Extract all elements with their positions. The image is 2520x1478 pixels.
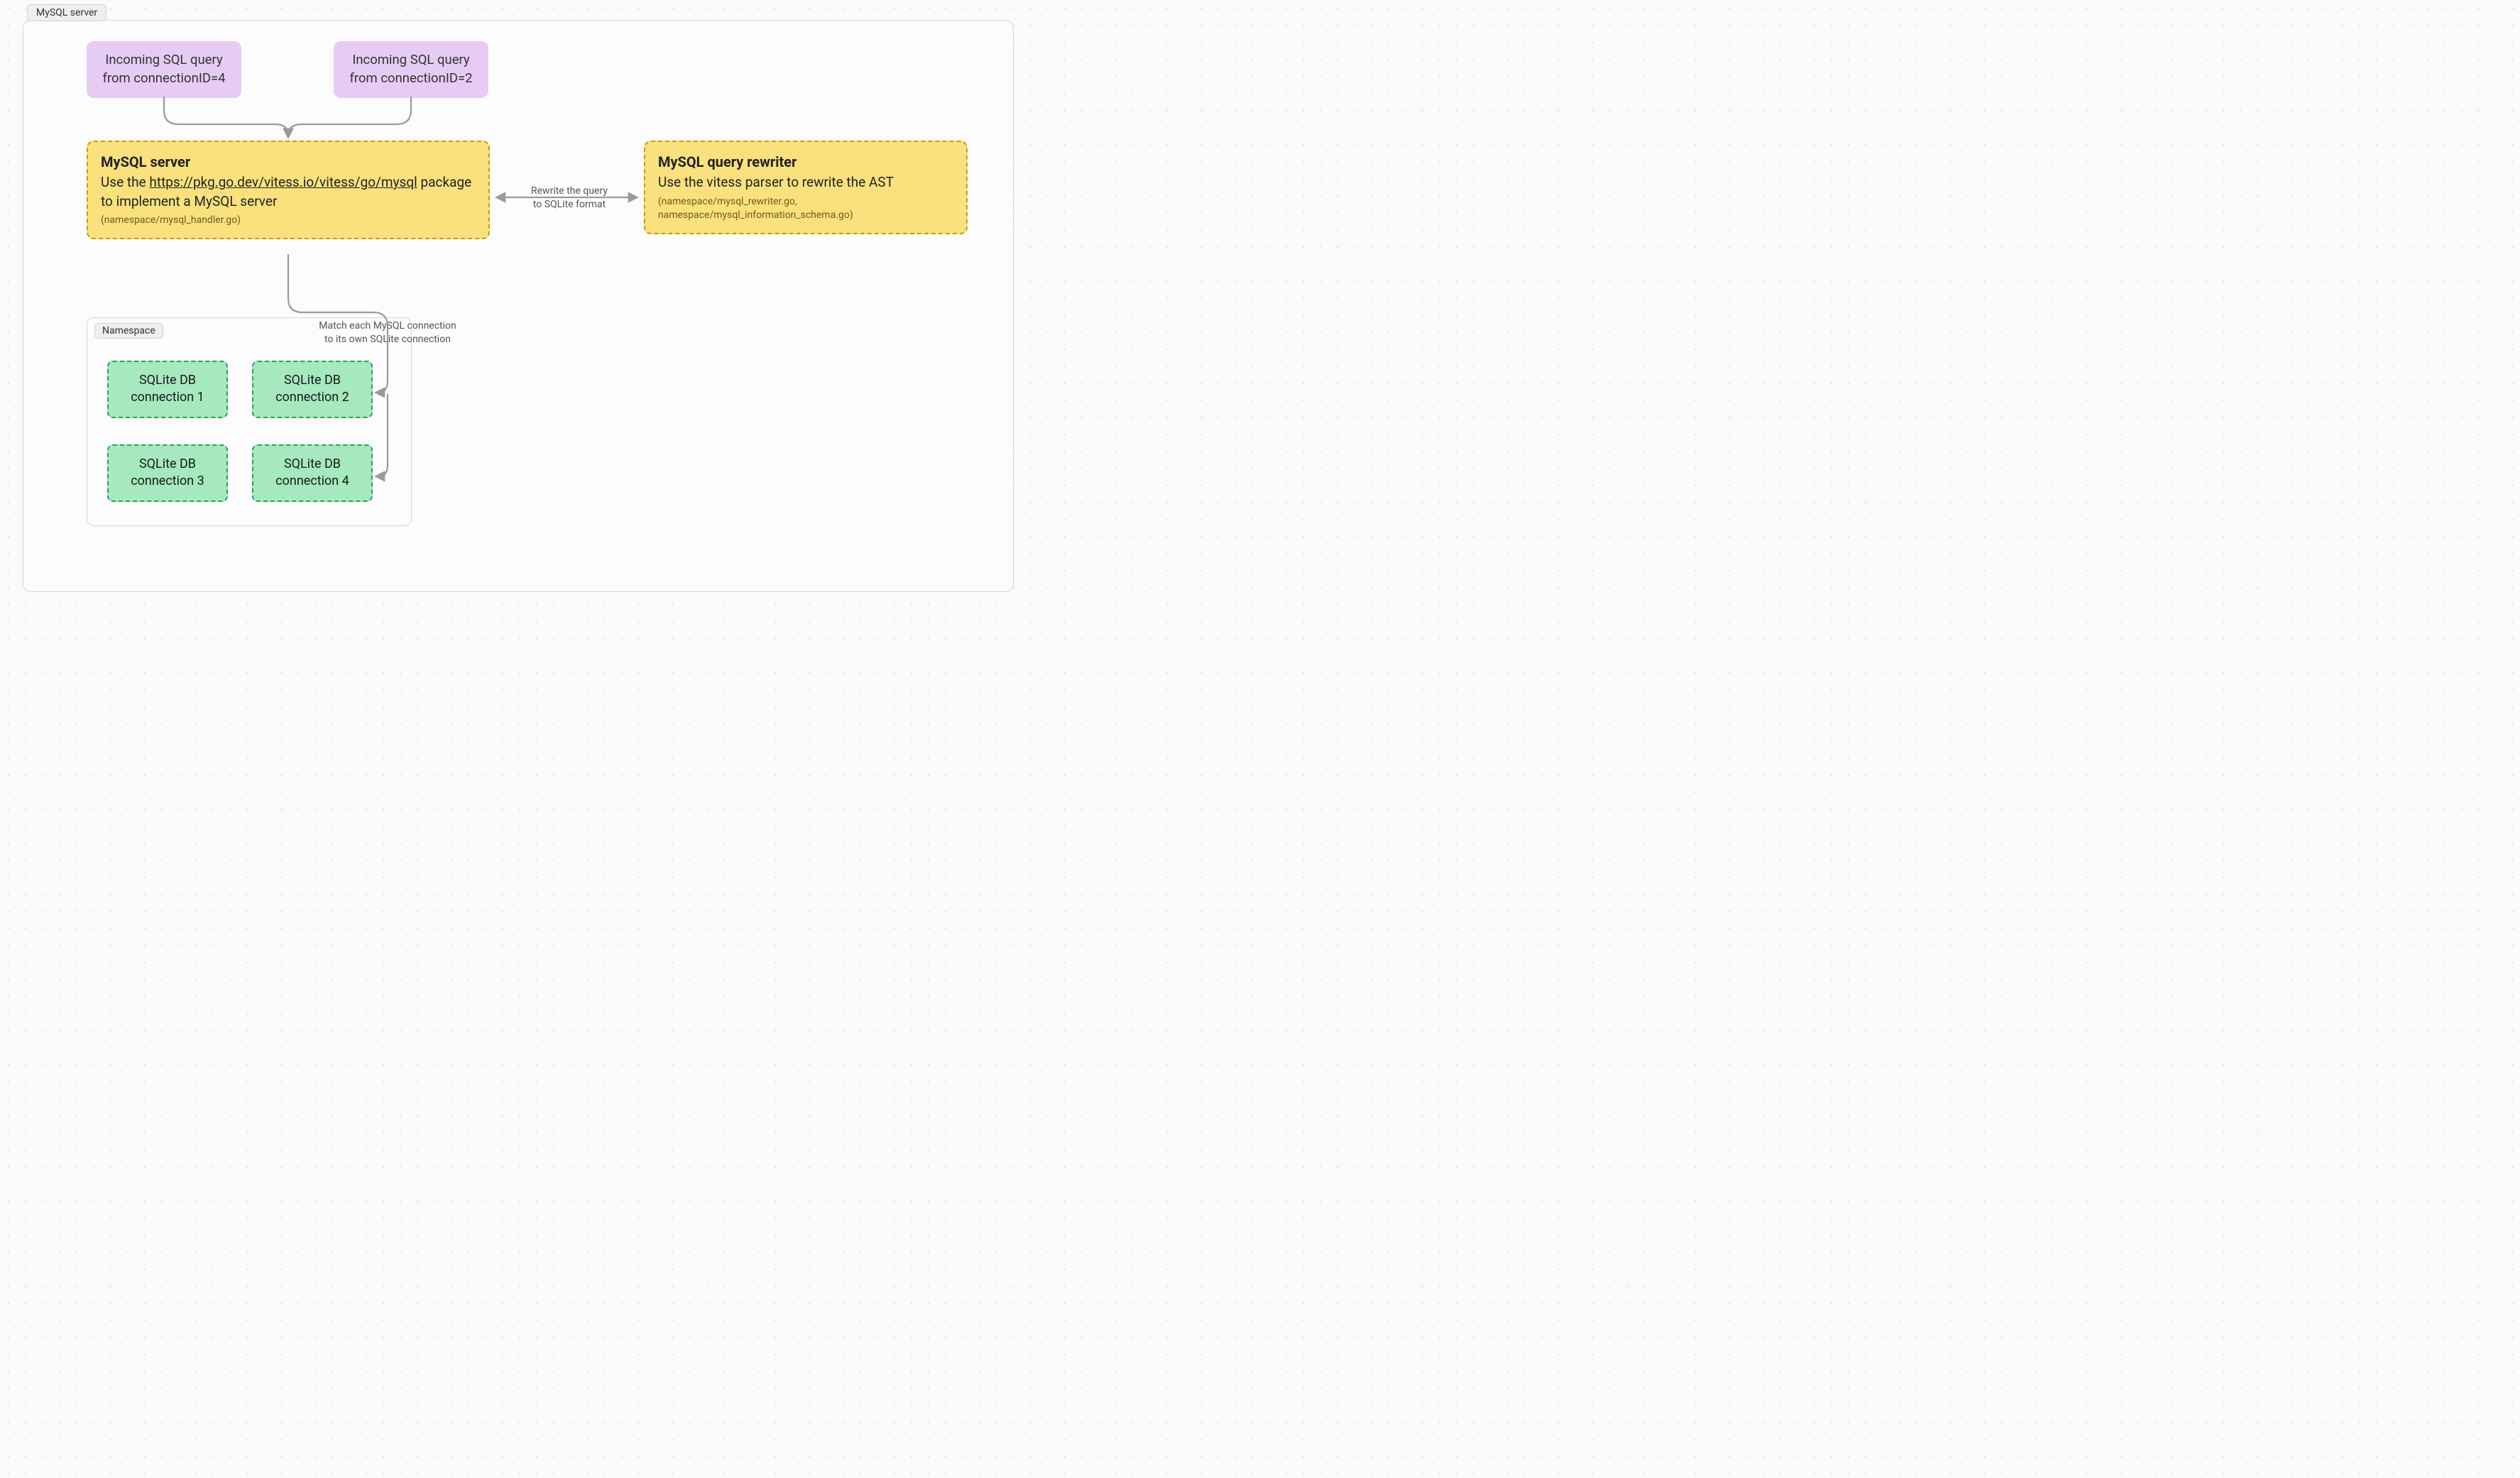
edge-label-rewrite: Rewrite the query to SQLite format [527,185,612,212]
mysql-server-title: MySQL server [101,152,476,172]
sqlite-connection-node-1: SQLite DB connection 1 [107,361,228,418]
mysql-rewriter-title: MySQL query rewriter [658,152,953,172]
incoming-query-node-2: Incoming SQL query from connectionID=2 [334,41,488,98]
mysql-rewriter-body: Use the vitess parser to rewrite the AST [658,173,953,192]
mysql-rewriter-note: (namespace/mysql_rewriter.go, namespace/… [658,195,953,223]
sqlite-connection-node-4: SQLite DB connection 4 [252,444,373,502]
mysql-server-node: MySQL server Use the https://pkg.go.dev/… [87,141,490,239]
sqlite-connection-node-2: SQLite DB connection 2 [252,361,373,418]
incoming-query-node-4: Incoming SQL query from connectionID=4 [87,41,241,98]
mysql-server-link[interactable]: https://pkg.go.dev/vitess.io/vitess/go/m… [149,174,417,190]
frame-label: MySQL server [27,4,106,21]
diagram-canvas: MySQL server Incoming SQL query from con… [0,0,1036,603]
namespace-frame: Namespace SQLite DB connection 1 SQLite … [87,317,412,526]
mysql-rewriter-node: MySQL query rewriter Use the vitess pars… [644,141,968,234]
mysql-server-note: (namespace/mysql_handler.go) [101,214,476,228]
mysql-server-body-prefix: Use the [101,174,149,190]
namespace-label: Namespace [94,323,163,339]
sqlite-connection-node-3: SQLite DB connection 3 [107,444,228,502]
mysql-server-body: Use the https://pkg.go.dev/vitess.io/vit… [101,173,476,211]
edge-label-match: Match each MySQL connection to its own S… [317,319,459,346]
